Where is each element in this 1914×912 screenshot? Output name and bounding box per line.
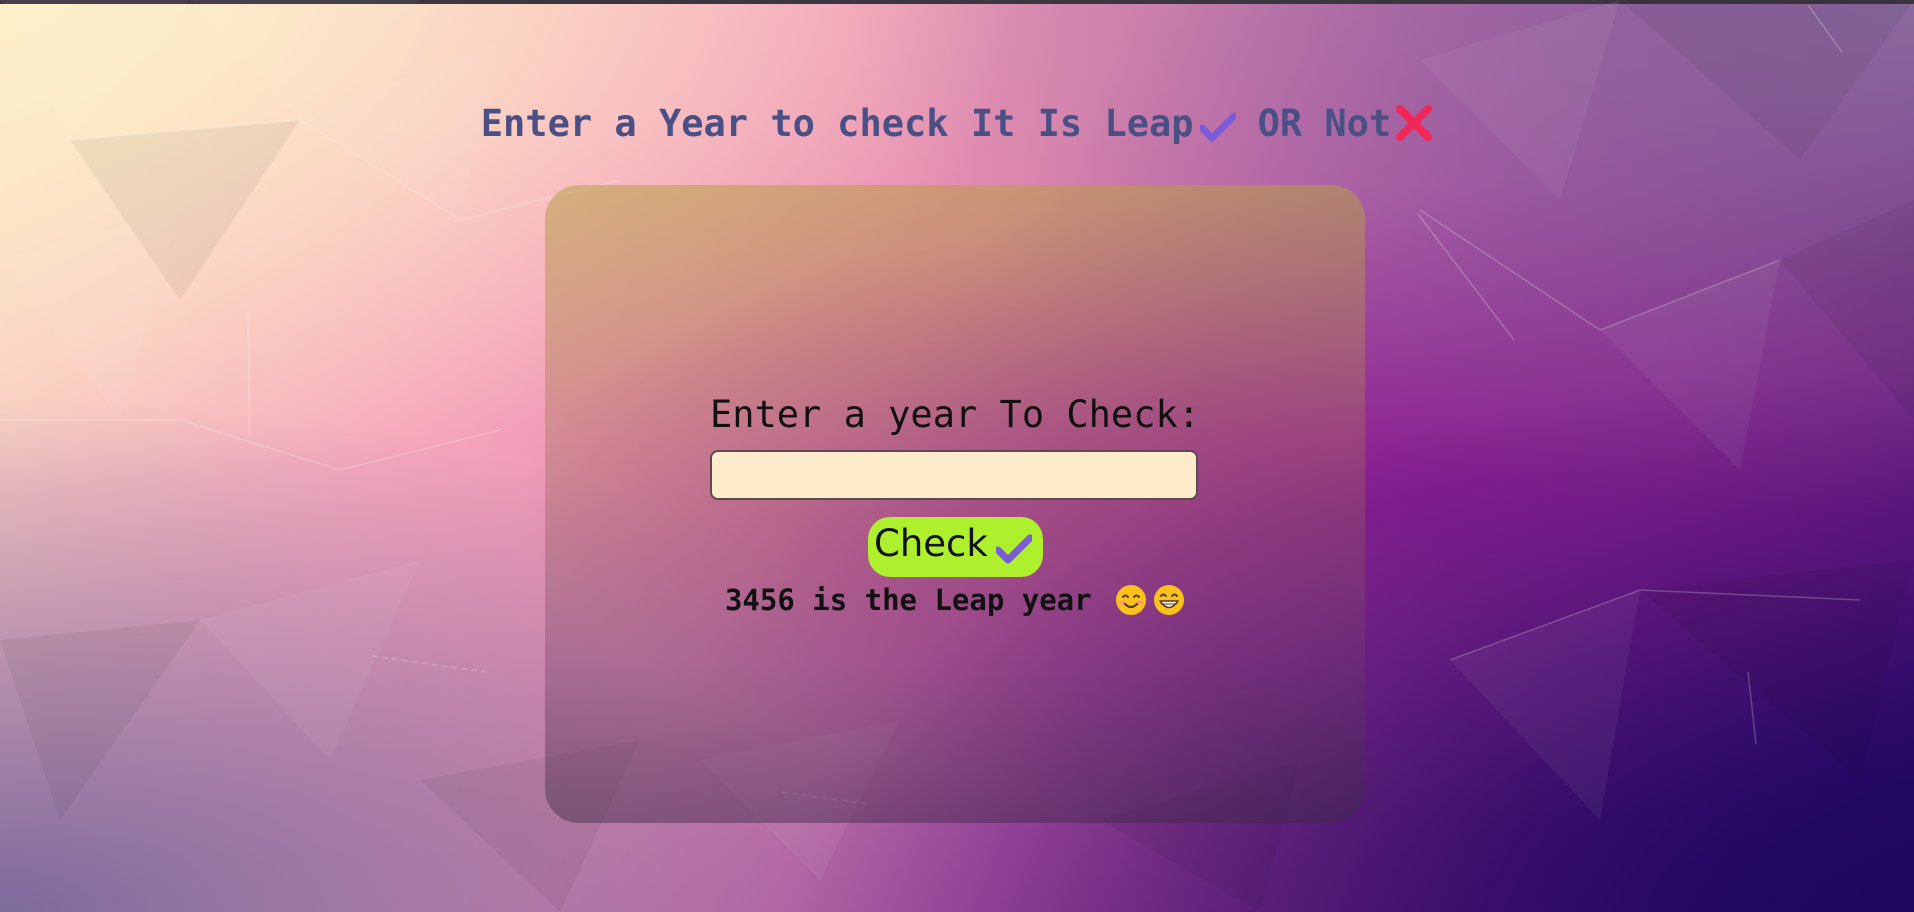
leap-year-card (545, 185, 1365, 823)
title-text: Enter a Year to check It Is Leap (480, 102, 1194, 145)
year-input[interactable] (710, 450, 1198, 500)
cross-mark-icon (1395, 102, 1433, 158)
check-button[interactable]: Check (868, 517, 1043, 577)
year-prompt-label: Enter a year To Check: (709, 393, 1201, 436)
check-mark-icon (1198, 102, 1238, 158)
result-message: 3456 is the Leap year (545, 582, 1365, 624)
grinning-face-icon (1153, 584, 1185, 624)
page-title: Enter a Year to check It Is Leap OR Not (0, 96, 1914, 158)
check-button-label: Check (874, 521, 988, 565)
smiling-face-icon (1115, 584, 1147, 624)
result-text: 3456 is the Leap year (724, 583, 1092, 617)
check-mark-icon (994, 530, 1034, 573)
title-or-not-text: OR Not (1257, 102, 1392, 145)
